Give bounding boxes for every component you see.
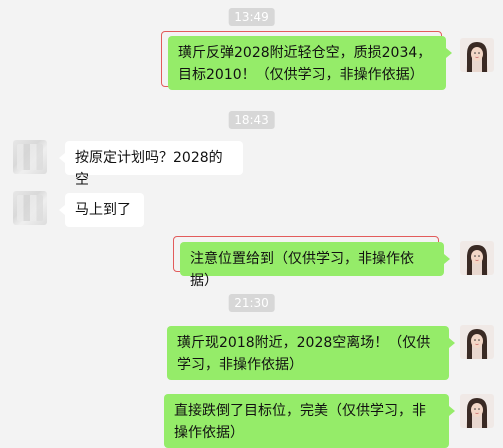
- timestamp: 13:49: [228, 8, 275, 26]
- message-text: 璜斤现2018附近，2028空离场！（仅供学习，非操作依据）: [177, 335, 431, 373]
- avatar-portrait-icon: [460, 241, 494, 275]
- message-text: 注意位置给到（仅供学习，非操作依据）: [190, 251, 414, 289]
- contact-avatar[interactable]: [13, 191, 47, 225]
- avatar-portrait-icon: [460, 394, 494, 428]
- message-bubble-other[interactable]: 按原定计划吗？2028的空: [59, 141, 243, 188]
- message-text: 按原定计划吗？2028的空: [75, 150, 223, 188]
- contact-avatar[interactable]: [13, 140, 47, 174]
- message-text: 璜斤反弹2028附近轻仓空，质损2034，目标2010！（仅供学习，非操作依据）: [178, 45, 432, 83]
- message-bubble-self[interactable]: 直接跌倒了目标位，完美（仅供学习，非操作依据）: [164, 394, 455, 448]
- message-bubble-self[interactable]: 璜斤现2018附近，2028空离场！（仅供学习，非操作依据）: [167, 326, 455, 380]
- avatar-portrait-icon: [460, 325, 494, 359]
- message-bubble-other[interactable]: 马上到了: [59, 193, 144, 227]
- self-avatar[interactable]: [460, 38, 494, 72]
- avatar-portrait-icon: [460, 38, 494, 72]
- self-avatar[interactable]: [460, 394, 494, 428]
- chat-window: 13:49 璜斤反弹2028附近轻仓空，质损2034，目标2010！（仅供学习，…: [0, 0, 503, 448]
- message-bubble-self[interactable]: 璜斤反弹2028附近轻仓空，质损2034，目标2010！（仅供学习，非操作依据）: [168, 36, 452, 90]
- timestamp: 18:43: [228, 111, 275, 129]
- message-bubble-self[interactable]: 注意位置给到（仅供学习，非操作依据）: [180, 242, 450, 289]
- self-avatar[interactable]: [460, 241, 494, 275]
- timestamp: 21:30: [228, 294, 275, 312]
- message-text: 马上到了: [75, 202, 131, 218]
- self-avatar[interactable]: [460, 325, 494, 359]
- message-text: 直接跌倒了目标位，完美（仅供学习，非操作依据）: [174, 403, 426, 441]
